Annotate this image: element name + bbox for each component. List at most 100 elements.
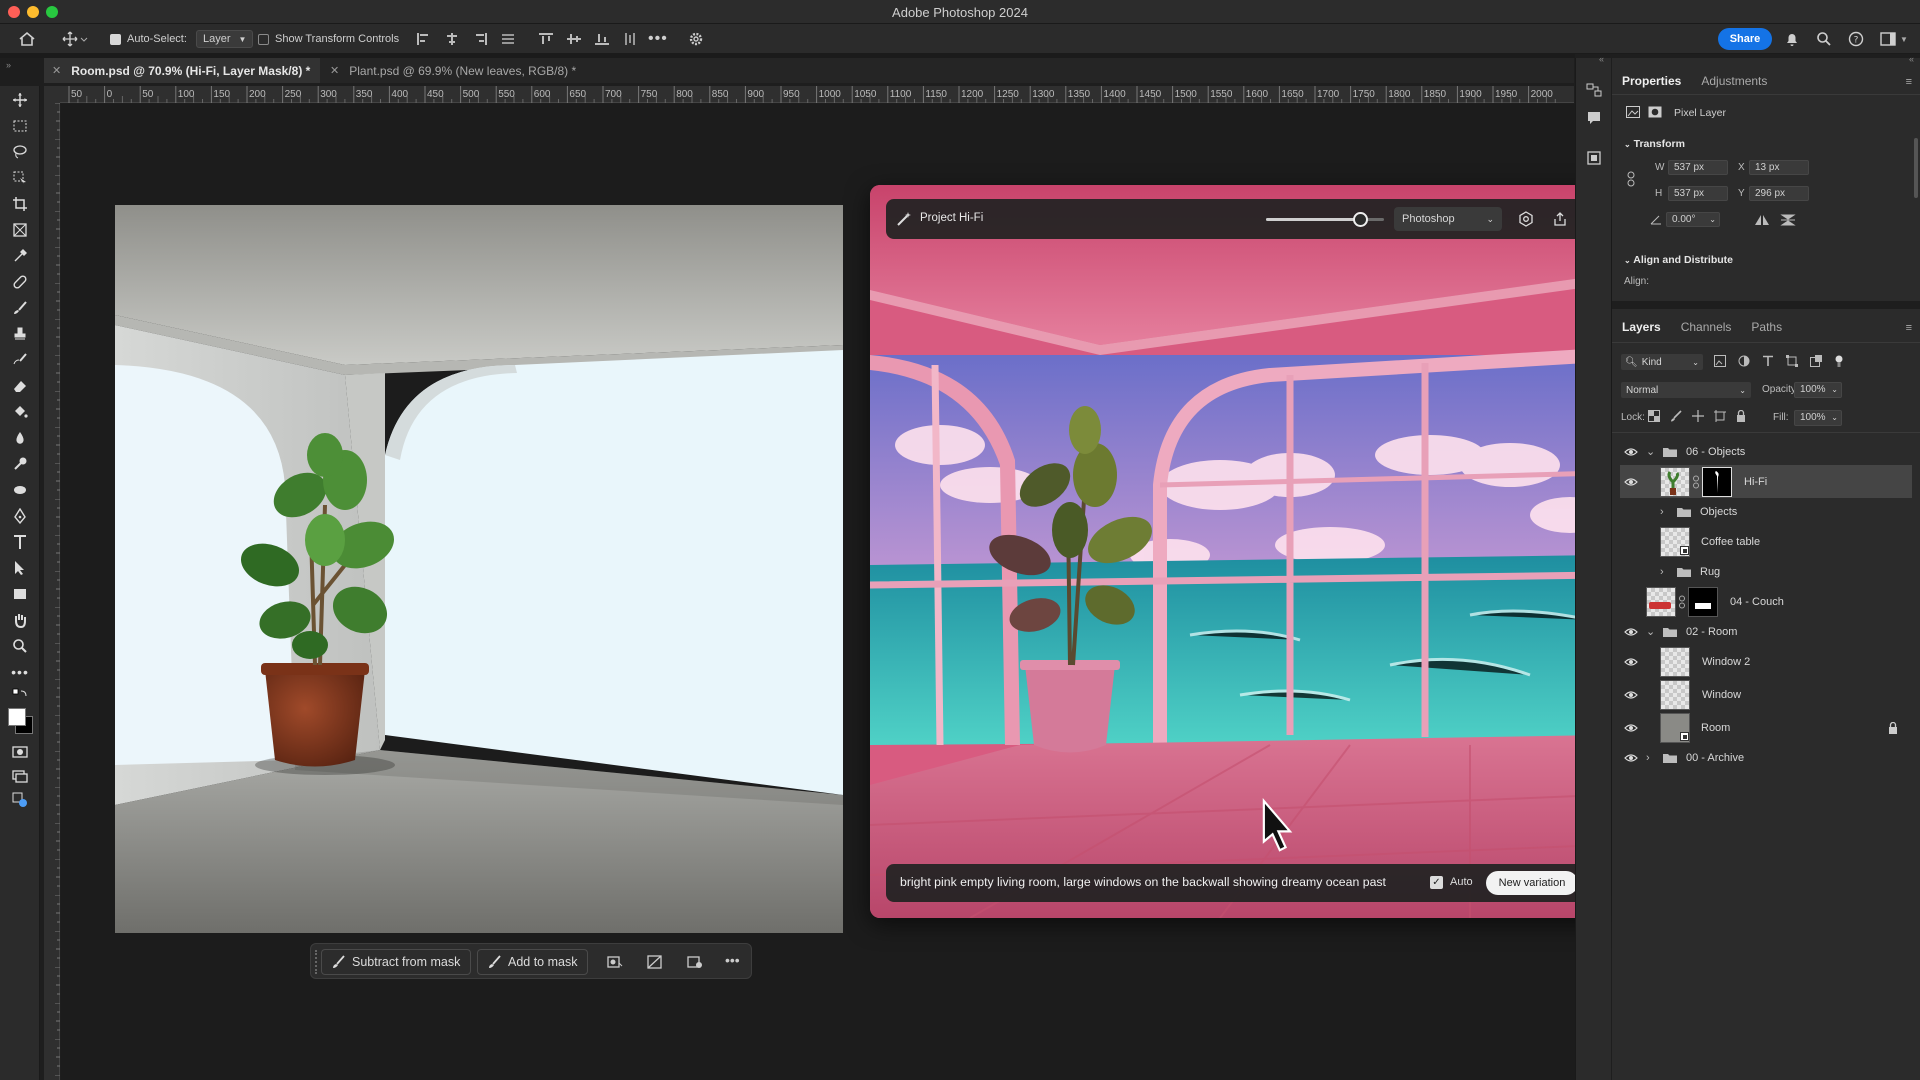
paint-bucket-icon[interactable] xyxy=(10,402,30,422)
mask-select-icon[interactable] xyxy=(607,954,623,970)
path-selection-icon[interactable] xyxy=(10,558,30,578)
lock-icon[interactable] xyxy=(1888,721,1898,734)
chevron-right-icon[interactable]: › xyxy=(1660,506,1672,518)
layer-row[interactable]: ⌄ 06 - Objects xyxy=(1620,438,1912,465)
more-options-icon[interactable]: ••• xyxy=(648,30,668,48)
project-hifi-window[interactable]: Project Hi-Fi Photoshop ⌄ bright pink em… xyxy=(870,185,1603,918)
flip-horizontal-icon[interactable] xyxy=(1754,214,1770,226)
eye-icon[interactable] xyxy=(1620,753,1642,763)
layer-row[interactable]: › Rug xyxy=(1620,558,1912,585)
close-tab-icon[interactable]: ✕ xyxy=(52,64,61,77)
brush-tool-icon[interactable] xyxy=(10,298,30,318)
align-bottom-icon[interactable] xyxy=(594,32,610,46)
auto-select-checkbox[interactable] xyxy=(110,33,121,45)
foreground-color-swatch[interactable] xyxy=(8,708,26,726)
eye-icon[interactable] xyxy=(1620,627,1642,637)
layer-row[interactable]: 04 - Couch xyxy=(1620,585,1912,618)
layer-row[interactable]: Coffee table xyxy=(1620,525,1912,558)
distribute-icon[interactable] xyxy=(500,32,516,46)
layer-row[interactable]: Hi-Fi xyxy=(1620,465,1912,498)
flip-vertical-icon[interactable] xyxy=(1780,214,1796,226)
crop-tool-icon[interactable] xyxy=(10,194,30,214)
mask-link-icon[interactable] xyxy=(1678,595,1686,609)
align-left-icon[interactable] xyxy=(416,32,432,46)
document-canvas[interactable] xyxy=(115,205,843,933)
auto-select-dropdown[interactable]: Layer ▼ xyxy=(196,30,254,48)
horizontal-ruler[interactable]: 50 0 50 100 150 200 250 300 350 400 450 500 550 600 65… xyxy=(60,86,1574,103)
align-middle-v-icon[interactable] xyxy=(566,32,582,46)
more-tools-icon[interactable]: ••• xyxy=(10,662,30,682)
layer-row[interactable]: Window 2 xyxy=(1620,645,1912,678)
move-tool-icon[interactable] xyxy=(62,30,88,48)
edit-toolbar-icon[interactable] xyxy=(10,790,30,810)
blur-tool-icon[interactable] xyxy=(10,428,30,448)
filter-shape-icon[interactable] xyxy=(1786,355,1798,367)
hifi-strength-slider[interactable] xyxy=(1266,212,1384,227)
lock-position-icon[interactable] xyxy=(1692,410,1704,422)
chevron-right-icon[interactable]: › xyxy=(1646,752,1658,764)
y-field[interactable]: 296 px xyxy=(1749,186,1809,201)
filter-toggle-icon[interactable] xyxy=(1834,355,1844,367)
gear-icon[interactable] xyxy=(688,30,704,48)
new-variation-button[interactable]: New variation xyxy=(1486,871,1578,895)
eraser-tool-icon[interactable] xyxy=(10,376,30,396)
export-icon[interactable] xyxy=(1552,211,1568,227)
collapse-arrows-icon[interactable]: « xyxy=(1909,54,1914,64)
healing-brush-icon[interactable] xyxy=(10,272,30,292)
more-options-icon[interactable]: ••• xyxy=(725,952,740,968)
eye-icon[interactable] xyxy=(1620,723,1642,733)
panel-menu-icon[interactable]: ≡ xyxy=(1906,322,1912,334)
share-button[interactable]: Share xyxy=(1718,28,1772,50)
lasso-tool-icon[interactable] xyxy=(10,142,30,162)
blend-mode-select[interactable]: Normal ⌄ xyxy=(1621,382,1751,398)
height-field[interactable]: 537 px xyxy=(1668,186,1728,201)
eye-icon[interactable] xyxy=(1620,657,1642,667)
tab-layers[interactable]: Layers xyxy=(1622,320,1661,342)
layer-row[interactable]: ⌄ 02 - Room xyxy=(1620,618,1912,645)
align-right-icon[interactable] xyxy=(472,32,488,46)
slider-thumb[interactable] xyxy=(1353,212,1369,227)
subtract-from-mask-button[interactable]: Subtract from mask xyxy=(321,949,472,975)
tab-channels[interactable]: Channels xyxy=(1681,320,1732,342)
marquee-tool-icon[interactable] xyxy=(10,116,30,136)
x-field[interactable]: 13 px xyxy=(1749,160,1809,175)
hand-tool-icon[interactable] xyxy=(10,610,30,630)
tab-room[interactable]: ✕ Room.psd @ 70.9% (Hi-Fi, Layer Mask/8)… xyxy=(44,58,320,83)
pen-tool-icon[interactable] xyxy=(10,506,30,526)
properties-scrollbar[interactable] xyxy=(1914,138,1918,198)
screen-mode-icon[interactable] xyxy=(10,766,30,786)
align-center-h-icon[interactable] xyxy=(444,32,460,46)
transform-controls-checkbox[interactable] xyxy=(258,33,269,45)
move-tool-icon[interactable] xyxy=(10,90,30,110)
lock-all-icon[interactable] xyxy=(1736,410,1746,422)
layer-row[interactable]: › Objects xyxy=(1620,498,1912,525)
link-icon[interactable] xyxy=(1626,171,1636,187)
mask-link-icon[interactable] xyxy=(1692,475,1700,489)
frame-tool-icon[interactable] xyxy=(10,220,30,240)
quick-mask-icon[interactable] xyxy=(10,742,30,762)
collapse-arrows-icon[interactable]: » xyxy=(6,60,11,70)
panel-menu-icon[interactable]: ≡ xyxy=(1906,76,1912,88)
chevron-right-icon[interactable]: › xyxy=(1660,566,1672,578)
filter-adjustment-icon[interactable] xyxy=(1738,355,1750,367)
layer-row[interactable]: Window xyxy=(1620,678,1912,711)
history-brush-icon[interactable] xyxy=(10,350,30,370)
swap-colors-icon[interactable] xyxy=(10,686,30,706)
zoom-tool-icon[interactable] xyxy=(10,636,30,656)
width-field[interactable]: 537 px xyxy=(1668,160,1728,175)
chevron-down-icon[interactable]: ⌄ xyxy=(1646,625,1658,638)
lock-artboard-icon[interactable] xyxy=(1714,410,1726,422)
tab-adjustments[interactable]: Adjustments xyxy=(1701,74,1767,96)
comments-icon[interactable] xyxy=(1586,110,1602,126)
help-icon[interactable]: ? xyxy=(1848,30,1864,48)
home-icon[interactable] xyxy=(18,30,36,48)
layer-row[interactable]: Room xyxy=(1620,711,1912,744)
add-to-mask-button[interactable]: Add to mask xyxy=(477,949,589,975)
search-icon[interactable] xyxy=(1816,30,1832,48)
opacity-field[interactable]: 100% ⌄ xyxy=(1794,382,1842,398)
smudge-tool-icon[interactable] xyxy=(10,480,30,500)
close-tab-icon[interactable]: ✕ xyxy=(330,64,339,77)
collapse-arrows-icon[interactable]: « xyxy=(1599,54,1604,64)
mask-invert-icon[interactable] xyxy=(647,954,663,970)
layer-filter-kind[interactable]: 🔍︎ Kind ⌄ xyxy=(1621,354,1703,370)
